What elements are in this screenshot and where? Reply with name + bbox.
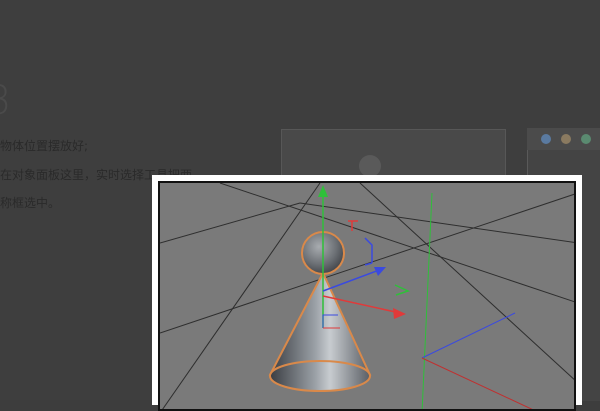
world-x-axis: [421, 357, 533, 409]
world-z-axis: [421, 312, 516, 359]
3d-viewport[interactable]: [158, 181, 576, 411]
step-text-line: 物体位置摆放好;: [0, 139, 89, 153]
world-y-axis: [421, 192, 433, 409]
step-number: 3: [0, 78, 11, 124]
panel-tool-icon: [561, 134, 571, 144]
panel-tool-icon: [541, 134, 551, 144]
step-text-line: 称框选中。: [0, 196, 61, 210]
sphere-icon: [359, 155, 381, 177]
rotation-gizmo: [348, 220, 411, 296]
panel-tool-icon: [581, 134, 591, 144]
